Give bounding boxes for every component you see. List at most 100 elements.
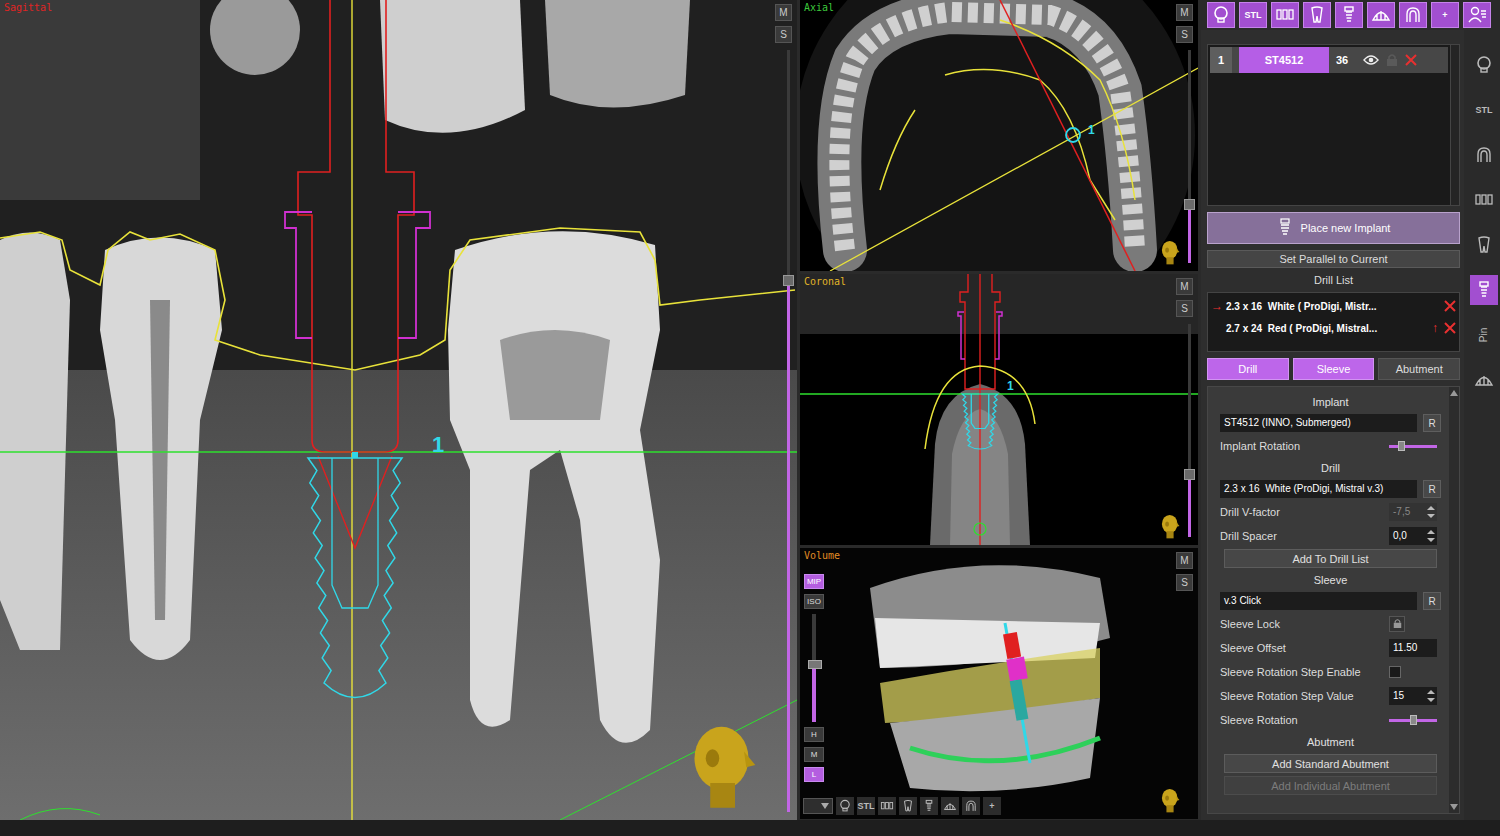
scroll-up-icon[interactable] [1450, 390, 1458, 396]
text-input[interactable]: 11.50 [1389, 639, 1437, 657]
volume-tool-button[interactable] [962, 797, 980, 815]
side-toolbar-button[interactable] [1470, 365, 1498, 395]
select-field[interactable]: 2.3 x 16 White (ProDigi, Mistral v.3) [1220, 480, 1417, 498]
toolbar-button[interactable] [1399, 2, 1427, 28]
tab[interactable]: Drill [1207, 358, 1289, 380]
volume-tool-button[interactable] [836, 797, 854, 815]
coronal-view[interactable]: 1 Coronal MS [800, 274, 1198, 545]
delete-icon[interactable] [1444, 322, 1456, 334]
toolbar-button[interactable] [1463, 2, 1491, 28]
side-toolbar-button[interactable] [1470, 185, 1498, 215]
tab[interactable]: Abutment [1378, 358, 1460, 380]
side-toolbar-button[interactable] [1470, 140, 1498, 170]
teeth-icon [880, 799, 894, 813]
place-implant-button[interactable]: Place new Implant [1207, 212, 1460, 244]
slider-handle[interactable] [1410, 715, 1417, 725]
reset-button[interactable]: R [1423, 592, 1441, 610]
quality-button[interactable]: H [804, 727, 824, 742]
view-mode-button[interactable]: S [1176, 300, 1193, 317]
quality-button[interactable]: M [804, 747, 824, 762]
slice-scrollbar[interactable] [1188, 50, 1191, 263]
spin-box[interactable]: 15 [1389, 687, 1437, 705]
view-mode-button[interactable]: M [1176, 552, 1193, 569]
orientation-head-icon[interactable] [1158, 239, 1184, 265]
view-mode-button[interactable]: S [775, 26, 792, 43]
slider-handle[interactable] [1398, 441, 1405, 451]
orientation-head-icon[interactable] [1158, 513, 1184, 539]
volume-render[interactable] [800, 548, 1198, 819]
slice-scrollbar[interactable] [1188, 324, 1191, 537]
quality-button[interactable]: L [804, 767, 824, 782]
sagittal-view[interactable]: 1 Sagittal MS [0, 0, 797, 820]
orientation-head-icon[interactable] [1158, 787, 1184, 813]
toolbar-button[interactable] [1207, 2, 1235, 28]
checkbox[interactable] [1389, 666, 1401, 678]
tab[interactable]: Sleeve [1293, 358, 1375, 380]
volume-tool-button[interactable] [899, 797, 917, 815]
coronal-scan[interactable]: 1 [800, 274, 1198, 545]
eye-icon[interactable] [1363, 54, 1379, 66]
volume-tool-button[interactable] [941, 797, 959, 815]
view-mode-button[interactable]: M [775, 4, 792, 21]
drill-list-item[interactable]: 2.7 x 24 Red ( ProDigi, Mistral... ↑ [1211, 319, 1456, 337]
render-mode-button[interactable]: ISO [804, 594, 824, 609]
side-toolbar-button[interactable]: Pin [1470, 320, 1498, 350]
toolbar-button[interactable] [1271, 2, 1299, 28]
spin-box[interactable]: 0,0 [1389, 527, 1437, 545]
slice-handle[interactable] [1184, 199, 1195, 210]
reset-button[interactable]: R [1423, 414, 1441, 432]
volume-view[interactable]: MIPISO HML STL+ Volume MS [800, 548, 1198, 819]
reset-button[interactable]: R [1423, 480, 1441, 498]
toolbar-button[interactable] [1335, 2, 1363, 28]
toolbar-button[interactable]: STL [1239, 2, 1267, 28]
side-toolbar-button[interactable] [1470, 275, 1498, 305]
preset-dropdown[interactable] [803, 798, 833, 814]
implant-list-scrollbar[interactable] [1450, 45, 1459, 205]
side-toolbar-button[interactable] [1470, 50, 1498, 80]
slice-handle[interactable] [783, 275, 794, 286]
view-mode-button[interactable]: S [1176, 26, 1193, 43]
select-field[interactable]: v.3 Click [1220, 592, 1417, 610]
delete-icon[interactable] [1405, 54, 1417, 66]
spin-arrows-icon[interactable] [1427, 689, 1435, 703]
delete-icon[interactable] [1444, 300, 1456, 312]
scroll-down-icon[interactable] [1450, 804, 1458, 810]
drill-list-item[interactable]: → 2.3 x 16 White ( ProDigi, Mistr... [1211, 297, 1456, 315]
implant-row[interactable]: 1 ST4512 36 [1210, 47, 1448, 73]
select-field[interactable]: ST4512 (INNO, Submerged) [1220, 414, 1417, 432]
move-up-button[interactable]: ↑ [1432, 321, 1441, 335]
set-parallel-button[interactable]: Set Parallel to Current [1207, 250, 1460, 268]
lock-icon[interactable] [1386, 53, 1398, 67]
lock-toggle[interactable] [1389, 616, 1405, 632]
spin-arrows-icon[interactable] [1427, 505, 1435, 519]
action-button[interactable]: Add Standard Abutment [1224, 754, 1437, 773]
view-mode-button[interactable]: S [1176, 574, 1193, 591]
volume-tool-button[interactable]: STL [857, 797, 875, 815]
volume-tool-button[interactable] [878, 797, 896, 815]
sagittal-scan[interactable]: 1 [0, 0, 797, 820]
slider[interactable] [1389, 715, 1437, 725]
view-mode-button[interactable]: M [1176, 278, 1193, 295]
spin-arrows-icon[interactable] [1427, 529, 1435, 543]
side-toolbar-button[interactable]: STL [1470, 95, 1498, 125]
axial-scan[interactable]: 1 [800, 0, 1198, 271]
toolbar-button[interactable] [1303, 2, 1331, 28]
toolbar-button[interactable] [1367, 2, 1395, 28]
implant-icon [1339, 5, 1359, 25]
properties-scrollbar[interactable] [1449, 387, 1459, 813]
slice-handle[interactable] [1184, 469, 1195, 480]
volume-tool-button[interactable]: + [983, 797, 1001, 815]
toolbar-button[interactable]: + [1431, 2, 1459, 28]
slider[interactable] [1389, 441, 1437, 451]
slice-scrollbar[interactable] [787, 50, 790, 812]
volume-tool-button[interactable] [920, 797, 938, 815]
axial-view[interactable]: 1 Axial MS [800, 0, 1198, 271]
action-button[interactable]: Add To Drill List [1224, 549, 1437, 568]
render-mode-button[interactable]: MIP [804, 574, 824, 589]
implant-name[interactable]: ST4512 [1239, 47, 1329, 73]
view-mode-button[interactable]: M [1176, 4, 1193, 21]
opacity-slider-handle[interactable] [808, 660, 822, 669]
orientation-head-icon[interactable] [681, 720, 771, 810]
opacity-slider[interactable] [812, 614, 816, 722]
side-toolbar-button[interactable] [1470, 230, 1498, 260]
